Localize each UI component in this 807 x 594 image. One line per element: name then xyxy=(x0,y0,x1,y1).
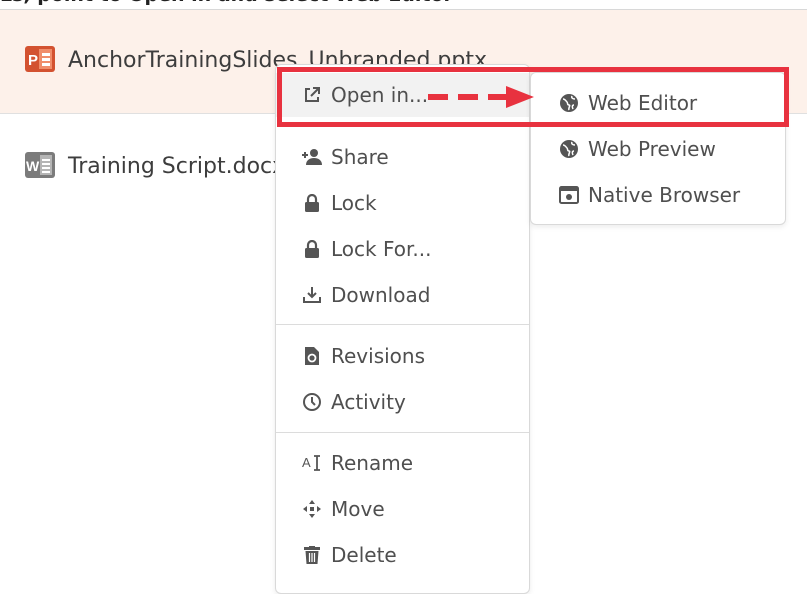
instruction-caption: Ls, point to Open in and select Web Edit… xyxy=(0,0,807,8)
menu-item-lock[interactable]: Lock xyxy=(276,181,529,225)
lock-icon xyxy=(302,193,322,213)
menu-item-label: Lock xyxy=(331,191,377,215)
rename-icon: A xyxy=(302,453,322,473)
move-arrows-icon xyxy=(302,499,322,519)
download-icon xyxy=(302,285,322,305)
file-revision-icon xyxy=(302,346,322,366)
menu-divider xyxy=(276,432,529,433)
menu-item-rename[interactable]: A Rename xyxy=(276,441,529,485)
svg-text:A: A xyxy=(302,455,311,470)
menu-item-label: Open in... xyxy=(331,83,429,107)
submenu-item-web-editor[interactable]: Web Editor xyxy=(531,81,785,125)
globe-icon xyxy=(559,139,579,159)
submenu-item-native-browser[interactable]: Native Browser xyxy=(531,173,785,217)
menu-item-label: Download xyxy=(331,283,431,307)
menu-item-label: Move xyxy=(331,497,385,521)
clock-icon xyxy=(302,392,322,412)
menu-item-share[interactable]: Share xyxy=(276,135,529,179)
menu-item-label: Delete xyxy=(331,543,397,567)
svg-text:P: P xyxy=(28,52,38,69)
menu-item-open-in[interactable]: Open in... xyxy=(276,73,529,117)
menu-divider xyxy=(276,324,529,325)
word-icon: W xyxy=(25,152,55,178)
menu-item-label: Activity xyxy=(331,390,406,414)
add-user-icon xyxy=(302,147,322,167)
menu-item-label: Revisions xyxy=(331,344,426,368)
menu-item-activity[interactable]: Activity xyxy=(276,380,529,424)
browser-window-icon xyxy=(559,185,579,205)
menu-item-label: Lock For... xyxy=(331,237,432,261)
menu-item-label: Rename xyxy=(331,451,414,475)
open-in-submenu: Web Editor Web Preview Native Browser xyxy=(530,72,786,225)
menu-item-label: Share xyxy=(331,145,389,169)
file-name[interactable]: Training Script.docx xyxy=(68,154,285,179)
submenu-item-label: Native Browser xyxy=(588,183,741,207)
lock-icon xyxy=(302,239,322,259)
external-link-icon xyxy=(302,85,322,105)
submenu-item-label: Web Preview xyxy=(588,137,716,161)
menu-item-move[interactable]: Move xyxy=(276,487,529,531)
powerpoint-icon: P xyxy=(25,46,55,72)
menu-item-lock-for[interactable]: Lock For... xyxy=(276,227,529,271)
submenu-item-label: Web Editor xyxy=(588,91,698,115)
submenu-item-web-preview[interactable]: Web Preview xyxy=(531,127,785,171)
trash-icon xyxy=(302,545,322,565)
menu-item-delete[interactable]: Delete xyxy=(276,533,529,577)
globe-icon xyxy=(559,93,579,113)
menu-item-download[interactable]: Download xyxy=(276,273,529,317)
menu-item-revisions[interactable]: Revisions xyxy=(276,334,529,378)
svg-text:W: W xyxy=(26,158,40,174)
context-menu: Open in... Share Lock Lock For... Downlo… xyxy=(275,64,530,594)
